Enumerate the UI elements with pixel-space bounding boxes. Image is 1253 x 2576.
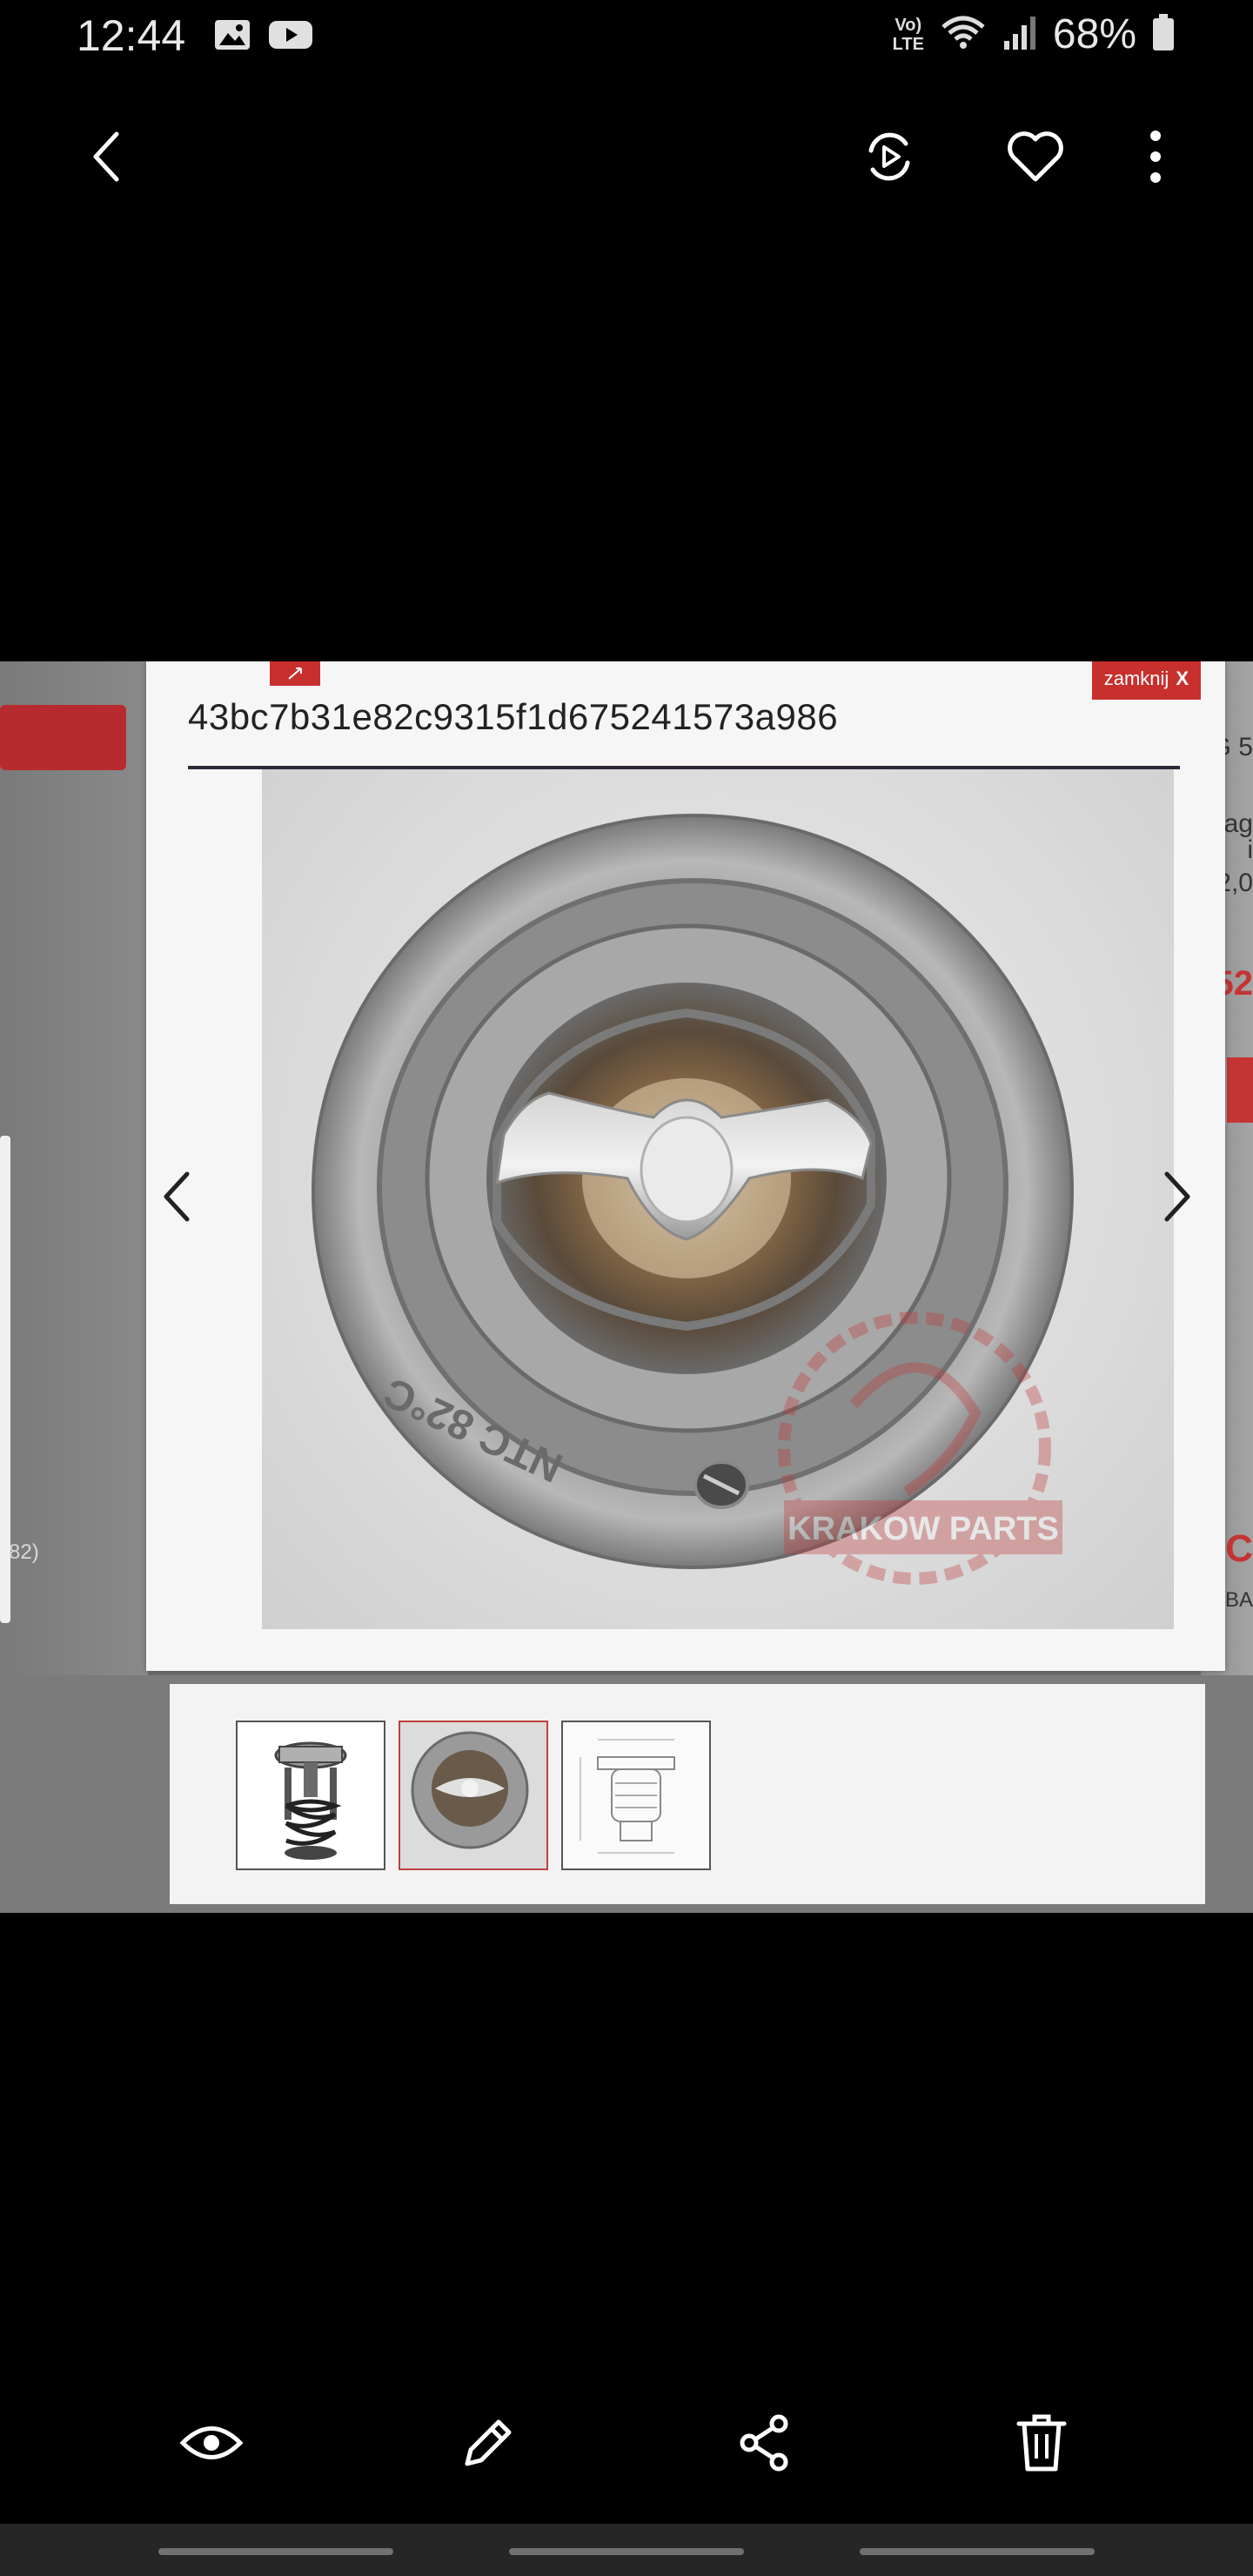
more-options-icon [1150,131,1161,183]
more-options-button[interactable] [1121,122,1190,191]
expand-button[interactable] [270,661,320,686]
photo-content[interactable]: 82) G 5 ag i 2,0 52 C BA zamknij X 43bc7b… [0,661,1253,1913]
status-indicators: Vo) LTE 68% [893,10,1175,58]
battery-icon [1152,13,1175,56]
thumbnail-technical-drawing[interactable] [561,1721,711,1870]
nav-home-handle[interactable] [509,2548,744,2555]
close-label: zamknij [1103,667,1169,689]
nav-back-handle[interactable] [860,2548,1095,2555]
background-red-button [0,705,126,770]
view-eye-icon [179,2426,244,2459]
wifi-icon [940,13,987,56]
share-button[interactable] [726,2404,804,2482]
back-icon [93,131,119,182]
details-button[interactable] [172,2404,251,2482]
battery-percent: 68% [1052,11,1136,57]
gallery-icon [214,17,251,57]
next-image-button[interactable] [1147,1157,1208,1236]
delete-trash-icon [1016,2414,1067,2472]
share-icon [740,2414,788,2472]
motion-play-button[interactable] [854,122,924,191]
thermostat-main-image: NTC 82°C KRAKOW PARTS [262,769,1174,1629]
image-lightbox: zamknij X 43bc7b31e82c9315f1d675241573a98… [146,661,1225,1671]
back-button[interactable] [71,122,141,191]
close-icon: X [1176,667,1189,689]
previous-image-button[interactable] [146,1157,207,1236]
thumbnail-top-view[interactable] [399,1721,548,1870]
chevron-left-icon [164,1171,190,1222]
watermark-text: KRAKOW PARTS [787,1511,1059,1547]
expand-icon [288,667,302,680]
close-button[interactable]: zamknij X [1091,661,1201,700]
background-left-text: 82) [9,1540,39,1564]
edit-pencil-icon [465,2419,512,2466]
chevron-right-icon [1164,1171,1190,1222]
favorite-heart-icon [1008,131,1063,182]
youtube-icon [268,17,313,57]
edit-button[interactable] [449,2404,527,2482]
status-bar: 12:44 Vo) LTE 68% [0,0,1253,73]
volte-indicator: Vo) LTE [892,15,924,54]
motion-play-icon [868,132,910,181]
status-time: 12:44 [77,11,186,60]
favorite-button[interactable] [1001,122,1070,191]
thumbnail-strip [170,1684,1205,1904]
nav-recents-handle[interactable] [158,2548,393,2555]
delete-button[interactable] [1002,2404,1081,2482]
image-title: 43bc7b31e82c9315f1d675241573a986 [188,696,839,737]
thumbnail-side-view[interactable] [236,1721,385,1870]
system-navigation-bar [0,2524,1253,2576]
signal-icon [1002,13,1037,56]
